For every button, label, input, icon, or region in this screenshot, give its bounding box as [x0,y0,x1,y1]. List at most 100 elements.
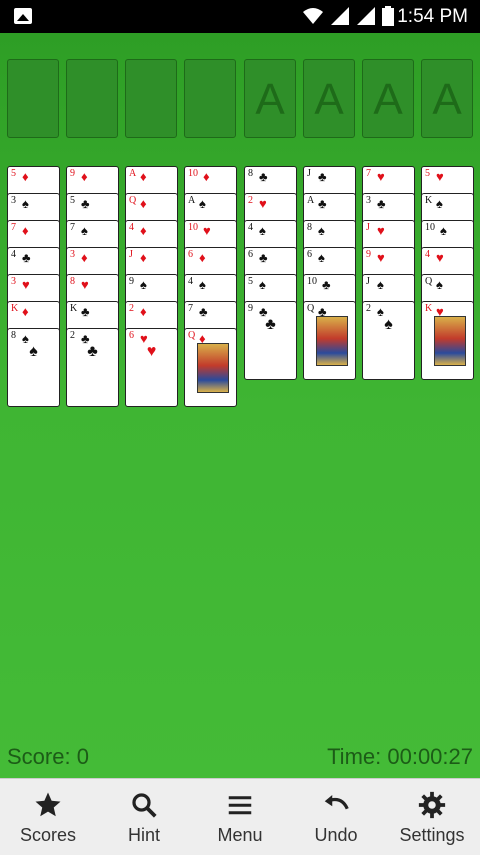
foundation-2[interactable]: A [303,59,355,138]
card-suit: ♣ [318,169,327,184]
card-rank: K [70,303,78,314]
foundation-4[interactable]: A [421,59,473,138]
card-suit: ♦ [140,304,147,319]
menu-button[interactable]: Menu [192,779,288,855]
card-suit: ♣ [259,169,268,184]
free-cell-2[interactable] [66,59,118,138]
card-rank: 3 [70,249,75,260]
face-card-art [434,316,466,366]
card-rank: 2 [366,303,371,314]
card-rank: 4 [188,276,193,287]
scores-label: Scores [19,825,77,845]
card-suit: ♠ [318,223,325,238]
card-rank: J [307,168,311,179]
undo-label: Undo [314,825,358,845]
free-cell-3[interactable] [125,59,177,138]
card-suit: ♠ [259,277,266,292]
card-suit: ♥ [81,277,89,292]
card-rank: 8 [248,168,253,179]
image-icon [14,8,32,24]
card-suit: ♦ [22,169,29,184]
card-suit: ♠ [140,277,147,292]
card-suit: ♦ [22,223,29,238]
card-suit: ♥ [203,223,211,238]
playing-card[interactable]: 6 ♥ ♥ [125,328,178,407]
playing-card[interactable]: 8 ♠ ♠ [7,328,60,407]
card-rank: 3 [366,195,371,206]
card-suit: ♦ [203,169,210,184]
status-bar: 1:54 PM [0,0,480,33]
card-suit: ♣ [81,196,90,211]
score-label: Score: 0 [7,744,89,769]
card-rank: 4 [11,249,16,260]
card-suit: ♥ [436,169,444,184]
undo-button[interactable]: Undo [288,779,384,855]
card-rank: 2 [129,303,134,314]
scores-button[interactable]: Scores [0,779,96,855]
card-rank: J [129,249,133,260]
foundation-3[interactable]: A [362,59,414,138]
playing-card[interactable]: K ♥ [421,301,474,380]
face-card-art [197,343,229,393]
card-rank: K [425,195,433,206]
card-rank: 10 [188,168,198,179]
hint-button[interactable]: Hint [96,779,192,855]
card-pips: ♠ [29,343,38,360]
card-suit: ♠ [436,196,443,211]
card-rank: K [11,303,19,314]
card-rank: 8 [70,276,75,287]
card-rank: 9 [248,303,253,314]
bottom-nav: Scores Hint Menu Undo Settings [0,778,480,855]
card-suit: ♣ [199,304,208,319]
card-suit: ♥ [377,169,385,184]
foundation-1[interactable]: A [244,59,296,138]
free-cell-4[interactable] [184,59,236,138]
card-rank: 3 [11,276,16,287]
card-rank: Q [188,330,196,341]
card-suit: ♠ [377,277,384,292]
gear-icon [418,791,446,819]
card-rank: 9 [129,276,134,287]
card-rank: 4 [425,249,430,260]
menu-icon [228,796,252,815]
card-rank: A [129,168,137,179]
card-suit: ♠ [259,223,266,238]
card-suit: ♠ [199,277,206,292]
card-rank: 5 [70,195,75,206]
card-suit: ♣ [81,304,90,319]
card-rank: 2 [248,195,253,206]
playing-card[interactable]: Q ♣ [303,301,356,380]
card-rank: 10 [307,276,317,287]
card-rank: 7 [11,222,16,233]
card-rank: A [188,195,196,206]
card-suit: ♦ [199,250,206,265]
card-suit: ♣ [22,250,31,265]
free-cell-1[interactable] [7,59,59,138]
card-rank: Q [307,303,315,314]
card-rank: 4 [129,222,134,233]
card-suit: ♠ [436,277,443,292]
playing-card[interactable]: 9 ♣ ♣ [244,301,297,380]
card-suit: ♥ [22,277,30,292]
card-rank: 5 [248,276,253,287]
settings-label: Settings [399,825,465,845]
clock: 1:54 PM [397,6,468,27]
card-pips: ♣ [265,316,276,333]
star-icon [35,792,61,817]
wifi-icon [303,8,323,24]
card-pips: ♣ [87,343,98,360]
card-rank: 9 [70,168,75,179]
playing-card[interactable]: Q ♦ [184,328,237,407]
card-rank: 3 [11,195,16,206]
card-suit: ♣ [322,277,331,292]
card-rank: 7 [366,168,371,179]
settings-button[interactable]: Settings [384,779,480,855]
playing-card[interactable]: 2 ♠ ♠ [362,301,415,380]
card-rank: J [366,276,370,287]
card-rank: 6 [307,249,312,260]
card-rank: A [307,195,315,206]
card-suit: ♣ [318,196,327,211]
card-suit: ♦ [81,250,88,265]
card-suit: ♠ [199,196,206,211]
playing-card[interactable]: 2 ♣ ♣ [66,328,119,407]
